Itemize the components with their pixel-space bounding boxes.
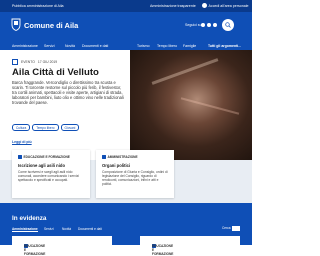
- chip-tempo-libero[interactable]: Tempo libero: [32, 124, 59, 131]
- user-icon: [202, 3, 207, 8]
- search-icon: [225, 22, 231, 28]
- crest-icon: [11, 18, 21, 31]
- nav-item-amministrazione[interactable]: Amministrazione: [12, 44, 38, 48]
- nav-item-novita[interactable]: Novità: [65, 44, 75, 48]
- card-asili-nido[interactable]: EDUCAZIONE E FORMAZIONE Iscrizione agli …: [12, 150, 90, 198]
- card-title[interactable]: Organi politici: [102, 163, 130, 168]
- calendar-icon: [12, 59, 18, 65]
- hero-meta: EVENTO 17 GIU 2019: [12, 59, 57, 65]
- highlights-search-label: Cerca: [222, 226, 231, 230]
- nav-item-documenti[interactable]: Documenti e dati: [82, 44, 108, 48]
- hero-image: [130, 50, 252, 160]
- login-label: Accedi all'area personale: [208, 3, 249, 8]
- highlight-card[interactable]: EDUCAZIONE E FORMAZIONE: [140, 236, 240, 256]
- chip-giovani[interactable]: Giovani: [60, 124, 80, 131]
- card-category: AMMINISTRAZIONE: [102, 155, 138, 159]
- hero-date: 17 GIU 2019: [37, 60, 58, 64]
- card-organi-politici[interactable]: AMMINISTRAZIONE Organi politici Composiz…: [96, 150, 174, 198]
- login-button[interactable]: Accedi all'area personale: [202, 3, 249, 8]
- nav-item-turismo[interactable]: Turismo: [137, 44, 150, 48]
- site-brand[interactable]: Comune di Aila: [24, 21, 78, 30]
- twitter-icon[interactable]: [201, 23, 205, 27]
- region-link[interactable]: Pubblica amministrazione di Aila: [12, 4, 64, 8]
- tab-novita[interactable]: Novità: [62, 227, 71, 231]
- hero-tag: EVENTO: [21, 60, 35, 64]
- read-more-link[interactable]: Leggi di più: [12, 140, 32, 144]
- highlights-tabs: Amministrazione Servizi Novità Documenti…: [0, 226, 252, 233]
- nav-item-all-topics[interactable]: Tutti gli argomenti...: [208, 44, 241, 48]
- tab-documenti[interactable]: Documenti e dati: [78, 227, 102, 231]
- top-utility-bar: Pubblica amministrazione di Aila Amminis…: [0, 0, 252, 12]
- transparency-link[interactable]: Amministrazione trasparente: [150, 4, 196, 8]
- facebook-icon[interactable]: [207, 23, 211, 27]
- highlights-search-input[interactable]: [232, 226, 240, 231]
- nav-item-famiglie[interactable]: Famiglie: [183, 44, 196, 48]
- social-label: Seguici su: [185, 23, 202, 27]
- card-text: Composizione di Giunta e Consiglio, ordi…: [102, 170, 168, 186]
- nav-item-servizi[interactable]: Servizi: [44, 44, 55, 48]
- highlight-card[interactable]: EDUCAZIONE E FORMAZIONE: [12, 236, 112, 256]
- youtube-icon[interactable]: [213, 23, 217, 27]
- administration-icon: [102, 155, 106, 159]
- search-button[interactable]: [222, 19, 234, 31]
- nav-item-tempo-libero[interactable]: Tempo libero: [157, 44, 177, 48]
- education-icon: [18, 155, 22, 159]
- hero-title[interactable]: Aila Città di Velluto: [12, 67, 99, 78]
- section-title: In evidenza: [12, 215, 47, 222]
- site-header: Comune di Aila Seguici su: [0, 12, 252, 41]
- card-text: Come iscriversi e scegli agli asili nido…: [18, 170, 80, 182]
- hero-text: Barca fraggrande. Vercondiglio o diretti…: [12, 80, 124, 105]
- main-nav: Amministrazione Servizi Novità Documenti…: [0, 41, 252, 50]
- card-title[interactable]: Iscrizione agli asili nido: [18, 163, 65, 168]
- tab-servizi[interactable]: Servizi: [44, 227, 54, 231]
- chip-cultura[interactable]: Cultura: [12, 124, 31, 131]
- card-category: EDUCAZIONE E FORMAZIONE: [18, 155, 70, 159]
- hero-tags: Cultura Tempo libero Giovani: [12, 124, 80, 131]
- tab-amministrazione[interactable]: Amministrazione: [12, 227, 38, 232]
